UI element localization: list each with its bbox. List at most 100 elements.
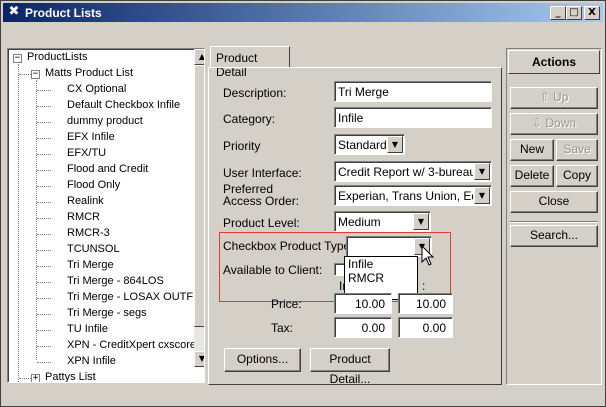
new-button[interactable]: New [510,139,554,161]
product-level-label: Product Level: [223,216,300,230]
tree-item[interactable]: CX Optional [67,82,126,97]
tree-item[interactable]: EFX/TU [67,146,106,161]
tree-item[interactable]: Tri Merge - 864LOS [67,274,164,289]
dropdown-option-infile[interactable]: Infile [345,257,417,271]
tree-guide-line [37,346,51,347]
tree-item[interactable]: Tri Merge - LOSAX OUTF [67,290,193,305]
tree-guide-line [37,122,51,123]
available-label: Available to Client: [223,263,323,277]
tree-item[interactable]: Tri Merge - segs [67,306,147,321]
tree-item[interactable]: Flood Only [67,178,120,193]
tree-item[interactable]: TU Infile [67,322,108,337]
close-window-button[interactable]: X [584,6,600,20]
up-button[interactable]: ⇧ Up [510,87,598,109]
tree-root[interactable]: ProductLists [27,50,88,65]
tree-guide-line [37,90,51,91]
down-label: Down [545,116,577,130]
access-order-select[interactable]: Experian, Trans Union, Equifa ▼ [334,185,492,206]
tree-item[interactable]: Tri Merge [67,258,114,273]
scroll-thumb[interactable] [194,65,204,327]
tax-field-left[interactable]: 0.00 [334,317,392,338]
tree-guide-line [37,234,51,235]
checkbox-type-select[interactable]: ▼ [346,236,432,257]
up-label: Up [553,90,569,104]
tab-product-detail[interactable]: Product Detail [210,46,290,79]
chevron-down-icon[interactable]: ▼ [474,163,490,180]
tree-group-pattys[interactable]: Pattys List [45,370,96,382]
tree-guide-line [37,218,51,219]
checkbox-type-label: Checkbox Product Type: [223,239,354,253]
tree-guide-line [37,298,51,299]
product-tree[interactable]: − ProductLists − Matts Product List CX O… [7,48,205,383]
maximize-button[interactable]: □ [566,6,582,20]
tree-group-matts[interactable]: Matts Product List [45,66,133,81]
tree-item[interactable]: TCUNSOL [67,242,120,257]
tree-item[interactable]: RMCR-3 [67,226,110,241]
title-bar[interactable]: ✖ Product Lists _ □ X [3,3,603,22]
tree-guide-line [37,154,51,155]
tax-field-right[interactable]: 0.00 [398,317,453,338]
scroll-down-icon[interactable]: ▼ [194,351,204,367]
tree-guide-line [37,250,51,251]
chevron-down-icon[interactable]: ▼ [413,213,429,230]
actions-divider [510,221,598,223]
tree-guide-line [19,378,31,379]
tree-item[interactable]: Realink [67,194,104,209]
dropdown-option-rmcr[interactable]: RMCR [345,271,417,285]
tree-guide-line [37,362,51,363]
app-icon: ✖ [8,4,20,19]
description-field[interactable]: Tri Merge [334,81,492,102]
tree-guide-line [37,202,51,203]
tree-guide-line [37,330,51,331]
priority-value: Standard [338,138,386,152]
tree-guide-line [37,106,51,107]
tree-guide-line [37,138,51,139]
product-level-value: Medium [338,215,381,229]
chevron-down-icon[interactable]: ▼ [387,136,403,153]
tree-item[interactable]: Default Checkbox Infile [67,98,180,113]
arrow-down-icon: ⇩ [531,116,543,130]
minimize-button[interactable]: _ [550,6,566,20]
priority-label: Priority [223,139,261,153]
delete-button[interactable]: Delete [510,165,554,187]
tree-item[interactable]: dummy product [67,114,143,129]
tree-item[interactable]: Flood and Credit [67,162,148,177]
price-field-left[interactable]: 10.00 [334,293,392,314]
tree-vertical-scrollbar[interactable]: ▲ ▼ [194,49,204,367]
tree-guide-line [37,282,51,283]
window-title: Product Lists [25,6,102,20]
tree-guide-line [18,64,19,382]
tree-guide-line [37,266,51,267]
access-order-value: Experian, Trans Union, Equifa [338,189,473,203]
scroll-up-icon[interactable]: ▲ [194,49,204,65]
user-interface-label: User Interface: [223,166,302,180]
price-label: Price: [271,297,302,311]
user-interface-select[interactable]: Credit Report w/ 3-bureau Te ▼ [334,161,492,182]
copy-button[interactable]: Copy [556,165,598,187]
search-button[interactable]: Search... [510,225,598,247]
save-button[interactable]: Save [556,139,598,161]
tree-item[interactable]: XPN - CreditXpert cxscore [67,338,196,353]
product-detail-button[interactable]: Product Detail... [310,348,390,386]
product-level-select[interactable]: Medium ▼ [334,211,431,232]
tax-label: Tax: [271,321,294,335]
tree-item[interactable]: XPN Infile [67,354,116,369]
tree-guide-line [37,314,51,315]
expand-group-icon[interactable]: + [31,374,40,382]
priority-select[interactable]: Standard ▼ [334,134,405,155]
collapse-group-icon[interactable]: − [31,70,40,79]
tree-item[interactable]: EFX Infile [67,130,115,145]
price-field-right[interactable]: 10.00 [398,293,453,314]
tree-item[interactable]: RMCR [67,210,100,225]
options-button[interactable]: Options... [224,348,301,372]
category-label: Category: [223,112,276,126]
chevron-down-icon[interactable]: ▼ [474,187,490,204]
tree-guide-line [37,186,51,187]
product-lists-window: ✖ Product Lists _ □ X − ProductLists − M… [0,0,606,407]
tree-guide-line [19,74,31,75]
down-button[interactable]: ⇩ Down [510,113,598,135]
collapse-root-icon[interactable]: − [13,54,22,63]
close-button[interactable]: Close [510,191,598,213]
category-field[interactable]: Infile [334,107,492,128]
arrow-up-icon: ⇧ [539,90,550,104]
